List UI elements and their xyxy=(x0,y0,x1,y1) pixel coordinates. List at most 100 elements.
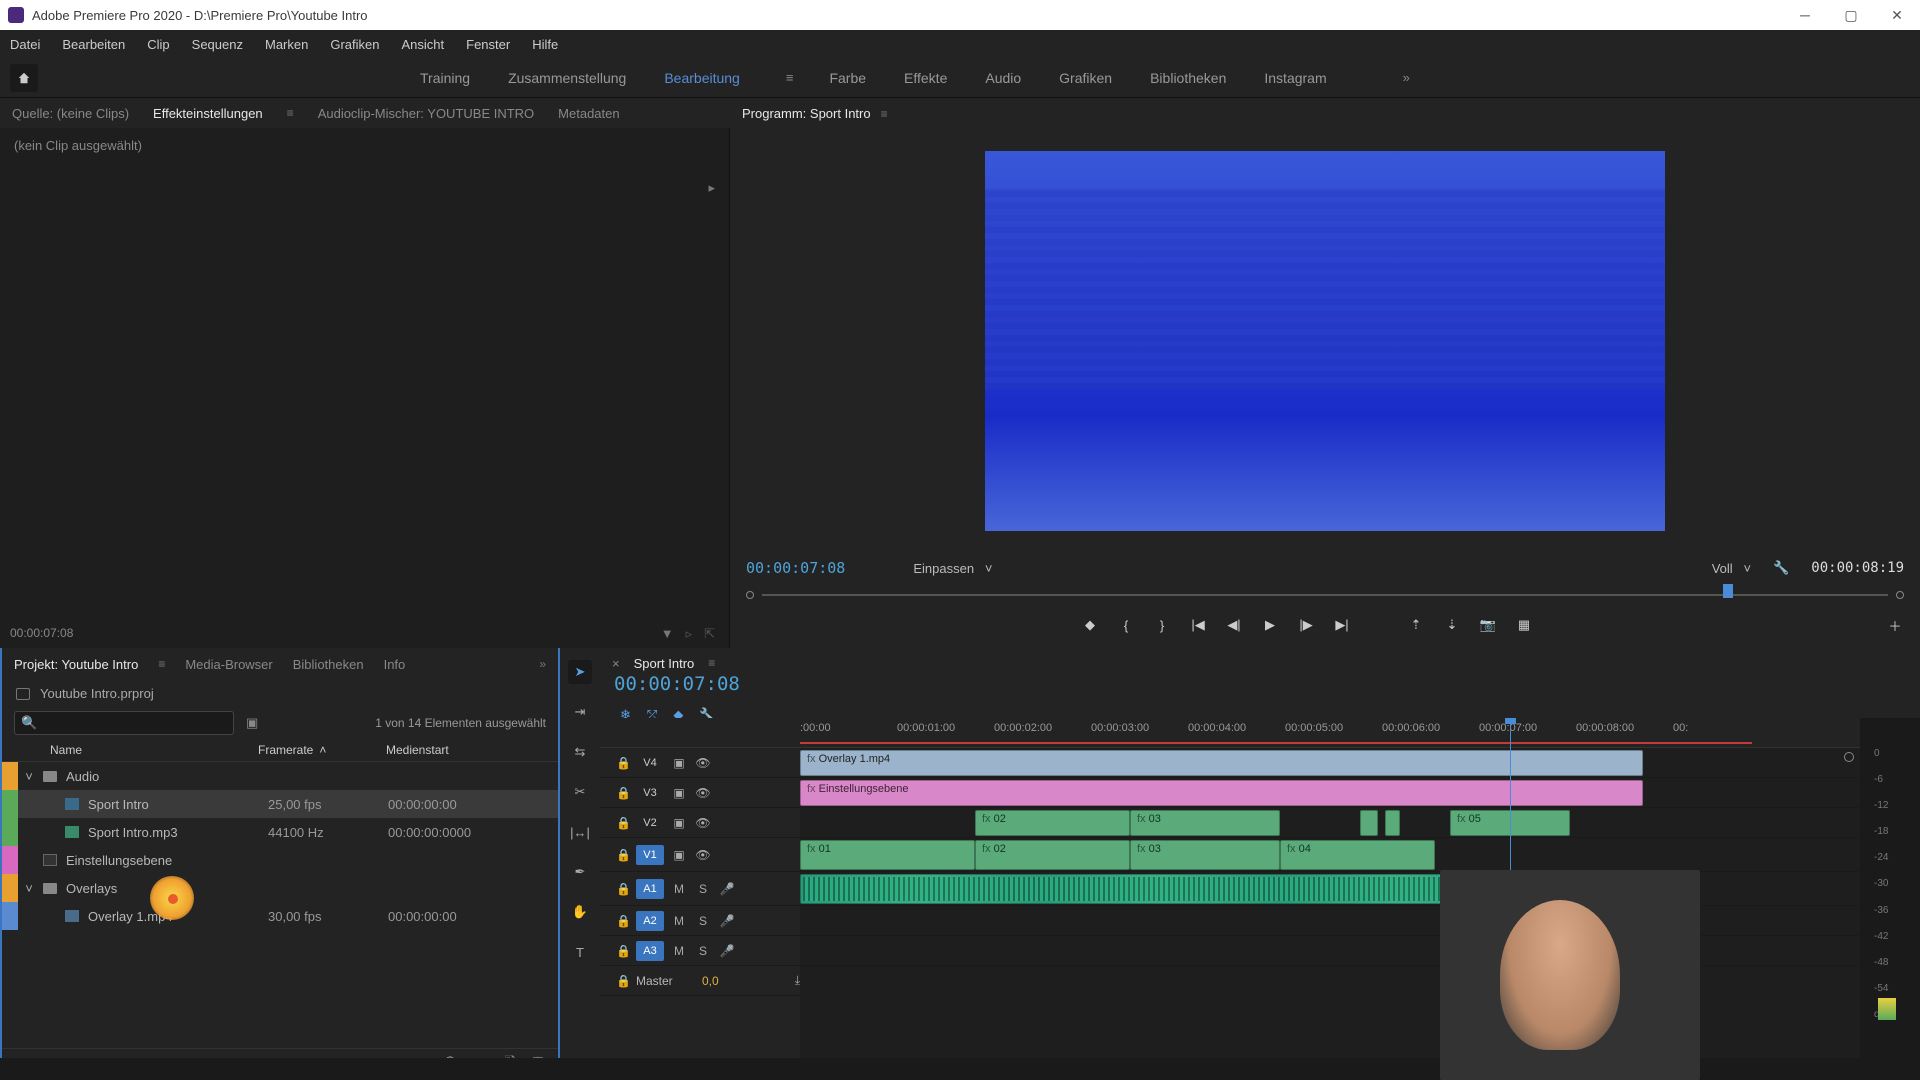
sequence-tab[interactable]: Sport Intro xyxy=(634,656,695,671)
menu-clip[interactable]: Clip xyxy=(145,34,171,55)
razor-tool[interactable]: ✂ xyxy=(568,780,592,804)
tab-audioclip-mischer[interactable]: Audioclip-Mischer: YOUTUBE INTRO xyxy=(318,106,534,121)
clip[interactable]: fx Overlay 1.mp4 xyxy=(800,750,1643,776)
workspace-instagram[interactable]: Instagram xyxy=(1262,64,1328,92)
track-header-a1[interactable]: 🔒A1MS🎤 xyxy=(600,872,800,906)
track-header-v4[interactable]: 🔒V4▣👁 xyxy=(600,748,800,778)
project-item[interactable]: ˅Audio xyxy=(2,762,558,790)
maximize-button[interactable]: ▢ xyxy=(1828,0,1874,30)
track-header-a3[interactable]: 🔒A3MS🎤 xyxy=(600,936,800,966)
fit-dropdown[interactable]: Einpassen ˅ xyxy=(913,561,992,576)
tab-bibliotheken[interactable]: Bibliotheken xyxy=(293,657,364,672)
workspace-audio[interactable]: Audio xyxy=(983,64,1023,92)
step-forward-button[interactable]: |▶ xyxy=(1297,616,1315,634)
selection-tool[interactable]: ➤ xyxy=(568,660,592,684)
track-a3-lane[interactable] xyxy=(800,936,1860,966)
clip[interactable]: fx 03 xyxy=(1130,840,1280,870)
extract-button[interactable]: ⇣ xyxy=(1443,616,1461,634)
project-tab-menu-icon[interactable]: ≡ xyxy=(158,657,165,671)
track-header-v2[interactable]: 🔒V2▣👁 xyxy=(600,808,800,838)
tab-quelle[interactable]: Quelle: (keine Clips) xyxy=(12,106,129,121)
clip[interactable]: fx 01 xyxy=(800,840,975,870)
workspace-training[interactable]: Training xyxy=(418,64,472,92)
add-marker-button[interactable]: ◆ xyxy=(1081,616,1099,634)
export-frame-icon[interactable]: ⇱ xyxy=(704,626,715,642)
clip[interactable]: fx 03 xyxy=(1130,810,1280,836)
panel-menu-icon[interactable]: ≡ xyxy=(287,106,294,120)
clip[interactable]: fx 02 xyxy=(975,810,1130,836)
menu-sequenz[interactable]: Sequenz xyxy=(190,34,245,55)
timeline-ruler[interactable]: :00:0000:00:01:0000:00:02:0000:00:03:000… xyxy=(800,718,1860,748)
step-back-button[interactable]: ◀| xyxy=(1225,616,1243,634)
timeline-menu-icon[interactable]: ≡ xyxy=(708,656,715,670)
project-item[interactable]: ˅Overlays xyxy=(2,874,558,902)
project-item[interactable]: Einstellungsebene xyxy=(2,846,558,874)
play-only-icon[interactable]: ▹ xyxy=(686,626,693,642)
tab-metadaten[interactable]: Metadaten xyxy=(558,106,619,121)
ripple-edit-tool[interactable]: ⇆ xyxy=(568,740,592,764)
tab-projekt[interactable]: Projekt: Youtube Intro xyxy=(14,657,138,672)
clip[interactable] xyxy=(800,874,1520,904)
mark-out-button[interactable]: } xyxy=(1153,616,1171,634)
zoom-dropdown[interactable]: Voll ˅ xyxy=(1712,561,1751,576)
col-framerate[interactable]: Framerate ˄ xyxy=(258,743,378,757)
filter-bins-icon[interactable]: ▣ xyxy=(246,715,258,731)
program-video-area[interactable] xyxy=(730,129,1920,552)
col-medienstart[interactable]: Medienstart xyxy=(386,743,506,757)
menu-fenster[interactable]: Fenster xyxy=(464,34,512,55)
scrub-playhead[interactable] xyxy=(1723,584,1733,598)
menu-marken[interactable]: Marken xyxy=(263,34,310,55)
lift-button[interactable]: ⇡ xyxy=(1407,616,1425,634)
menu-ansicht[interactable]: Ansicht xyxy=(399,34,446,55)
project-item[interactable]: Sport Intro.mp344100 Hz00:00:00:0000 xyxy=(2,818,558,846)
go-to-in-button[interactable]: |◀ xyxy=(1189,616,1207,634)
button-editor[interactable]: ＋ xyxy=(1886,616,1904,634)
clip[interactable]: fx 02 xyxy=(975,840,1130,870)
wrench-icon[interactable]: 🔧 xyxy=(1773,560,1789,576)
workspace-bibliotheken[interactable]: Bibliotheken xyxy=(1148,64,1228,92)
track-header-a2[interactable]: 🔒A2MS🎤 xyxy=(600,906,800,936)
workspace-effekte[interactable]: Effekte xyxy=(902,64,949,92)
timeline-timecode[interactable]: 00:00:07:08 xyxy=(614,673,740,695)
clip[interactable]: fx Einstellungsebene xyxy=(800,780,1643,806)
play-button[interactable]: ▶ xyxy=(1261,616,1279,634)
mark-in-button[interactable]: { xyxy=(1117,616,1135,634)
clip[interactable] xyxy=(1360,810,1378,836)
workspace-bearbeitung[interactable]: Bearbeitung xyxy=(662,64,742,92)
hand-tool[interactable]: ✋ xyxy=(568,900,592,924)
project-item[interactable]: Overlay 1.mp430,00 fps00:00:00:00 xyxy=(2,902,558,930)
track-v2-lane[interactable] xyxy=(800,808,1860,838)
export-frame-button[interactable]: 📷 xyxy=(1479,616,1497,634)
track-header-v3[interactable]: 🔒V3▣👁 xyxy=(600,778,800,808)
menu-datei[interactable]: Datei xyxy=(8,34,42,55)
type-tool[interactable]: T xyxy=(568,940,592,964)
home-button[interactable] xyxy=(10,64,38,92)
tab-media-browser[interactable]: Media-Browser xyxy=(185,657,272,672)
track-select-tool[interactable]: ⇥ xyxy=(568,700,592,724)
program-timecode-left[interactable]: 00:00:07:08 xyxy=(746,559,845,577)
filter-icon[interactable]: ▼ xyxy=(661,626,674,642)
go-to-out-button[interactable]: ▶| xyxy=(1333,616,1351,634)
timeline-tracks-area[interactable]: :00:0000:00:01:0000:00:02:0000:00:03:000… xyxy=(800,718,1860,1060)
expand-arrow-icon[interactable]: ▸ xyxy=(708,180,715,196)
col-name[interactable]: Name xyxy=(50,743,250,757)
master-value[interactable]: 0,0 xyxy=(702,974,719,988)
menu-grafiken[interactable]: Grafiken xyxy=(328,34,381,55)
menu-bearbeiten[interactable]: Bearbeiten xyxy=(60,34,127,55)
track-header-v1[interactable]: 🔒V1▣👁 xyxy=(600,838,800,872)
menu-hilfe[interactable]: Hilfe xyxy=(530,34,560,55)
slip-tool[interactable]: |↔| xyxy=(568,820,592,844)
clip[interactable] xyxy=(1385,810,1400,836)
workspace-overflow-icon[interactable]: » xyxy=(1403,70,1410,85)
project-item[interactable]: Sport Intro25,00 fps00:00:00:00 xyxy=(2,790,558,818)
tab-info[interactable]: Info xyxy=(384,657,406,672)
track-zoom-handle[interactable] xyxy=(1844,752,1854,762)
program-menu-icon[interactable]: ≡ xyxy=(881,107,888,121)
clip[interactable]: fx 04 xyxy=(1280,840,1435,870)
project-overflow-icon[interactable]: » xyxy=(539,657,546,671)
project-search-input[interactable]: 🔍 xyxy=(14,711,234,735)
project-item-list[interactable]: ˅AudioSport Intro25,00 fps00:00:00:00Spo… xyxy=(2,762,558,1048)
program-scrubber[interactable] xyxy=(746,584,1904,606)
close-sequence-icon[interactable]: × xyxy=(612,656,620,671)
lock-icon[interactable]: 🔒 xyxy=(616,974,630,988)
